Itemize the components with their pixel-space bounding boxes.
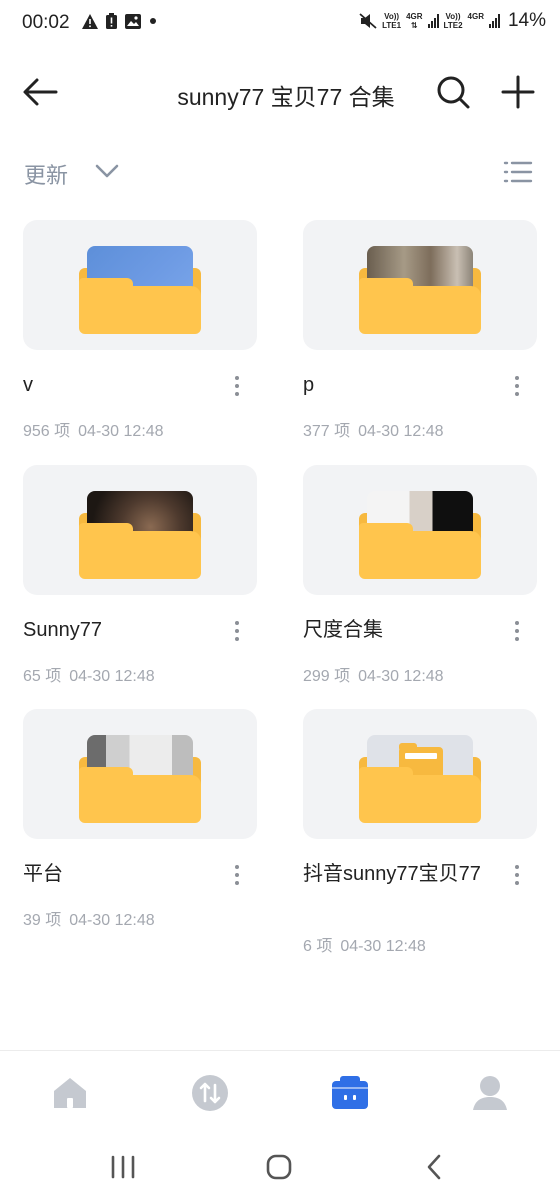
folder-icon: [359, 491, 481, 579]
signal-bars-icon: [488, 14, 500, 28]
sim1-network-type: 4GR ⇅: [406, 12, 423, 30]
nav-transfer[interactable]: [190, 1073, 230, 1113]
plus-icon: [501, 75, 535, 109]
folder-thumbnail[interactable]: [23, 465, 257, 595]
folder-meta: 377 项 04-30 12:48: [303, 423, 444, 440]
folder-icon: [79, 491, 201, 579]
more-options-button[interactable]: [227, 374, 247, 398]
more-options-button[interactable]: [227, 863, 247, 887]
more-options-button[interactable]: [507, 374, 527, 398]
more-vertical-icon: [515, 865, 519, 869]
battery-alert-icon: [106, 13, 117, 29]
nav-home[interactable]: [50, 1073, 90, 1113]
more-vertical-icon: [235, 865, 239, 869]
warning-icon: [82, 13, 98, 29]
folder-name: 尺度合集: [303, 619, 383, 641]
home-button[interactable]: [264, 1152, 294, 1182]
profile-icon: [473, 1076, 507, 1110]
status-time: 00:02: [22, 12, 70, 33]
chevron-left-icon: [427, 1154, 441, 1180]
nav-profile[interactable]: [470, 1073, 510, 1113]
system-back-button[interactable]: [420, 1152, 450, 1182]
header: sunny77 宝贝77 合集: [0, 62, 560, 122]
folder-thumbnail[interactable]: [303, 465, 537, 595]
mute-icon: [359, 13, 377, 29]
sim1-volte-label: Vo)) LTE1: [382, 12, 402, 30]
folder-thumbnail[interactable]: [23, 709, 257, 839]
folder-meta: 39 项 04-30 12:48: [23, 912, 155, 929]
folder-card[interactable]: 平台 39 项 04-30 12:48: [23, 709, 257, 929]
files-icon: [332, 1076, 368, 1109]
folder-card[interactable]: Sunny77 65 项 04-30 12:48: [23, 465, 257, 685]
battery-percent: 14%: [507, 10, 546, 31]
folder-icon: [359, 735, 481, 823]
more-vertical-icon: [515, 621, 519, 625]
more-vertical-icon: [515, 376, 519, 380]
folder-card[interactable]: v 956 项 04-30 12:48: [23, 220, 257, 440]
search-button[interactable]: [433, 72, 473, 112]
folder-icon: [359, 246, 481, 334]
sort-bar: 更新: [0, 148, 560, 196]
more-vertical-icon: [235, 621, 239, 625]
list-view-icon: [503, 161, 533, 183]
sim2-volte-label: Vo)) LTE2: [443, 12, 463, 30]
more-options-button[interactable]: [227, 619, 247, 643]
bottom-nav: [0, 1050, 560, 1136]
more-options-button[interactable]: [507, 619, 527, 643]
chevron-down-icon: [95, 164, 119, 178]
folder-name: Sunny77: [23, 619, 102, 641]
transfer-icon: [192, 1075, 228, 1111]
home-circle-icon: [266, 1154, 292, 1180]
status-notification-icons: [82, 13, 157, 29]
nav-files[interactable]: [330, 1073, 370, 1113]
more-vertical-icon: [235, 376, 239, 380]
view-toggle-button[interactable]: [502, 156, 534, 188]
sim2-network-type: 4GR: [467, 12, 484, 21]
folder-card[interactable]: p 377 项 04-30 12:48: [303, 220, 537, 440]
add-button[interactable]: [498, 72, 538, 112]
status-right-icons: Vo)) LTE1 4GR ⇅ Vo)) LTE2 4GR 14%: [359, 10, 546, 32]
dot-icon: [150, 18, 156, 24]
folder-icon: [79, 735, 201, 823]
folder-meta: 65 项 04-30 12:48: [23, 668, 155, 685]
folder-name: 抖音sunny77宝贝77: [303, 863, 481, 885]
folder-icon: [79, 246, 201, 334]
folder-meta: 956 项 04-30 12:48: [23, 423, 164, 440]
folder-thumbnail[interactable]: [303, 220, 537, 350]
folder-meta: 299 项 04-30 12:48: [303, 668, 444, 685]
folder-card[interactable]: 抖音sunny77宝贝77 6 项 04-30 12:48: [303, 709, 537, 955]
search-icon: [437, 76, 470, 109]
more-options-button[interactable]: [507, 863, 527, 887]
recent-apps-icon: [111, 1155, 135, 1179]
sort-dropdown-toggle[interactable]: [94, 160, 120, 182]
home-icon: [54, 1078, 86, 1108]
folder-name: p: [303, 374, 315, 396]
folder-thumbnail[interactable]: [23, 220, 257, 350]
folder-thumbnail[interactable]: [303, 709, 537, 839]
folder-name: v: [23, 374, 33, 396]
system-nav-bar: [0, 1136, 560, 1200]
status-bar: 00:02 Vo)) LTE1 4GR ⇅ Vo)) LTE2 4GR 14%: [0, 0, 560, 48]
image-icon: [125, 13, 141, 29]
folder-card[interactable]: 尺度合集 299 项 04-30 12:48: [303, 465, 537, 685]
folder-name: 平台: [23, 863, 63, 885]
page-title: sunny77 宝贝77 合集: [177, 84, 395, 110]
signal-bars-icon: [427, 14, 439, 28]
recent-apps-button[interactable]: [108, 1152, 138, 1182]
folder-meta: 6 项 04-30 12:48: [303, 938, 426, 955]
sort-dropdown[interactable]: 更新: [24, 158, 68, 190]
